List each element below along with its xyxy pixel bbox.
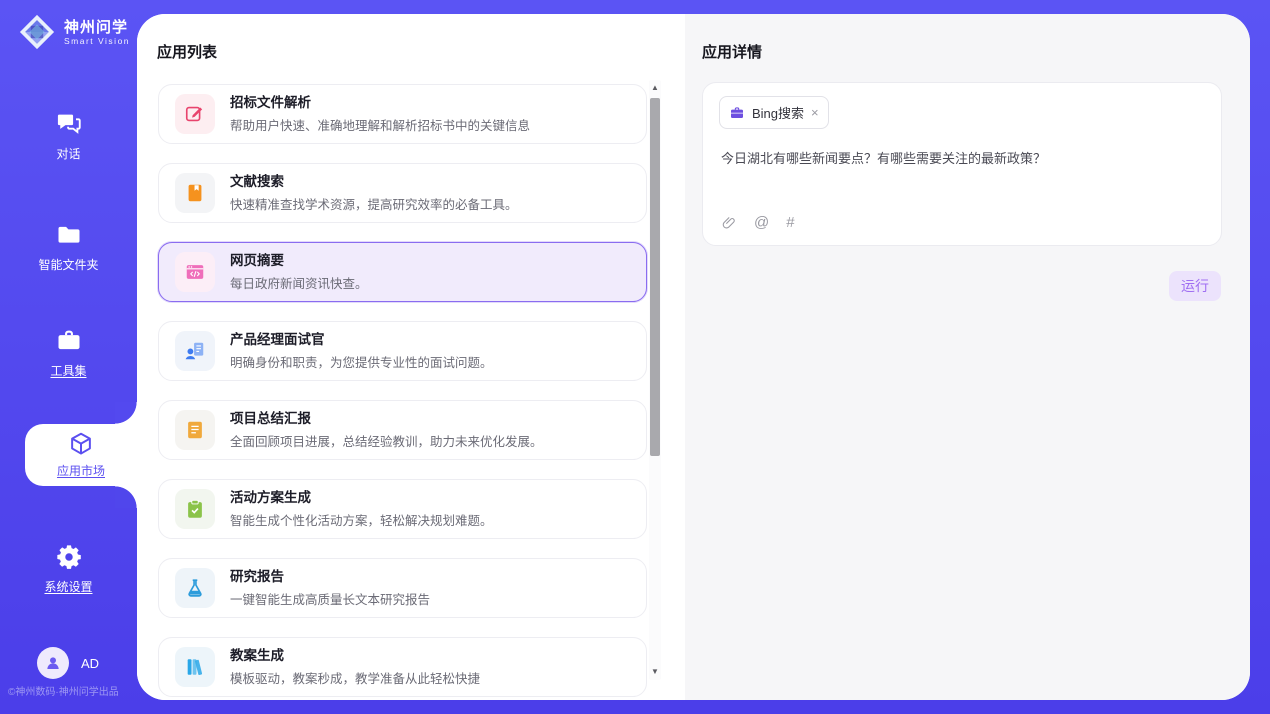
report-note-icon [175, 410, 215, 450]
user-name: AD [81, 656, 99, 671]
chat-icon [55, 110, 83, 138]
sidebar-item-settings[interactable]: 系统设置 [0, 543, 137, 596]
user-account[interactable]: AD [37, 647, 99, 679]
gem-logo-icon [18, 13, 56, 51]
app-card-desc: 全面回顾项目进展，总结经验教训，助力未来优化发展。 [230, 431, 543, 450]
app-list-title: 应用列表 [157, 41, 217, 62]
clipboard-check-icon [175, 489, 215, 529]
edit-icon [175, 94, 215, 134]
app-card-name: 招标文件解析 [230, 94, 530, 111]
folder-icon [55, 221, 83, 249]
avatar [37, 647, 69, 679]
app-card-text: 网页摘要每日政府新闻资讯快查。 [230, 252, 368, 292]
app-card-text: 产品经理面试官明确身份和职责，为您提供专业性的面试问题。 [230, 331, 493, 371]
brand: 神州问学 Smart Vision [18, 13, 130, 51]
app-card-lesson-plan[interactable]: 教案生成模板驱动，教案秒成，教学准备从此轻松快捷 [158, 637, 647, 697]
brand-name: 神州问学 [64, 19, 130, 36]
app-list-panel: 应用列表 招标文件解析帮助用户快速、准确地理解和解析招标书中的关键信息文献搜索快… [137, 14, 685, 700]
hash-icon[interactable]: # [786, 215, 794, 231]
scrollbar-down-arrow-icon[interactable]: ▼ [649, 666, 661, 678]
sidebar-item-label: 智能文件夹 [38, 256, 98, 273]
app-card-desc: 帮助用户快速、准确地理解和解析招标书中的关键信息 [230, 115, 530, 134]
app-card-pm-interviewer[interactable]: 产品经理面试官明确身份和职责，为您提供专业性的面试问题。 [158, 321, 647, 381]
sidebar-item-chat[interactable]: 对话 [0, 110, 137, 163]
app-detail-title: 应用详情 [702, 41, 762, 62]
app-card-desc: 一键智能生成高质量长文本研究报告 [230, 589, 430, 608]
app-card-name: 教案生成 [230, 647, 480, 664]
app-card-name: 文献搜索 [230, 173, 518, 190]
app-card-name: 研究报告 [230, 568, 430, 585]
app-card-text: 文献搜索快速精准查找学术资源，提高研究效率的必备工具。 [230, 173, 518, 213]
app-card-desc: 智能生成个性化活动方案，轻松解决规划难题。 [230, 510, 493, 529]
app-card-list: 招标文件解析帮助用户快速、准确地理解和解析招标书中的关键信息文献搜索快速精准查找… [158, 84, 647, 697]
brand-subtitle: Smart Vision [64, 36, 130, 46]
app-card-literature-search[interactable]: 文献搜索快速精准查找学术资源，提高研究效率的必备工具。 [158, 163, 647, 223]
app-card-desc: 模板驱动，教案秒成，教学准备从此轻松快捷 [230, 668, 480, 687]
scrollbar[interactable]: ▲ ▼ [649, 80, 661, 680]
query-card: Bing搜索 × 今日湖北有哪些新闻要点？有哪些需要关注的最新政策？ @# [702, 82, 1222, 246]
interviewer-icon [175, 331, 215, 371]
cube-icon [67, 430, 95, 458]
at-icon[interactable]: @ [754, 215, 769, 231]
book-icon [175, 173, 215, 213]
copyright: ©神州数码·神州问学出品 [8, 683, 138, 698]
sidebar-item-toolset[interactable]: 工具集 [0, 327, 137, 380]
app-card-text: 活动方案生成智能生成个性化活动方案，轻松解决规划难题。 [230, 489, 493, 529]
browser-code-icon [175, 252, 215, 292]
app-card-desc: 快速精准查找学术资源，提高研究效率的必备工具。 [230, 194, 518, 213]
query-input[interactable]: 今日湖北有哪些新闻要点？有哪些需要关注的最新政策？ [721, 149, 1203, 168]
app-card-project-summary[interactable]: 项目总结汇报全面回顾项目进展，总结经验教训，助力未来优化发展。 [158, 400, 647, 460]
gear-icon [55, 543, 83, 571]
app-card-web-summary[interactable]: 网页摘要每日政府新闻资讯快查。 [158, 242, 647, 302]
app-card-name: 产品经理面试官 [230, 331, 493, 348]
app-card-text: 教案生成模板驱动，教案秒成，教学准备从此轻松快捷 [230, 647, 480, 687]
app-card-text: 研究报告一键智能生成高质量长文本研究报告 [230, 568, 430, 608]
research-icon [175, 568, 215, 608]
paperclip-icon[interactable] [721, 215, 737, 231]
app-card-bid-parse[interactable]: 招标文件解析帮助用户快速、准确地理解和解析招标书中的关键信息 [158, 84, 647, 144]
scrollbar-up-arrow-icon[interactable]: ▲ [649, 82, 661, 94]
briefcase-icon [729, 105, 745, 121]
tool-tag-bing-search[interactable]: Bing搜索 × [719, 96, 829, 129]
scrollbar-thumb[interactable] [650, 98, 660, 456]
sidebar-item-label: 对话 [56, 145, 80, 162]
app-card-desc: 明确身份和职责，为您提供专业性的面试问题。 [230, 352, 493, 371]
close-icon[interactable]: × [811, 106, 819, 119]
app-detail-panel: 应用详情 Bing搜索 × 今日湖北有哪些新闻要点？有哪些需要关注的最新政策？ … [685, 14, 1250, 700]
sidebar-item-app-market[interactable]: 应用市场 [25, 424, 137, 486]
app-card-research-report[interactable]: 研究报告一键智能生成高质量长文本研究报告 [158, 558, 647, 618]
tool-tag-label: Bing搜索 [752, 103, 804, 122]
run-button[interactable]: 运行 [1169, 271, 1221, 301]
content-area: 应用列表 招标文件解析帮助用户快速、准确地理解和解析招标书中的关键信息文献搜索快… [137, 14, 1250, 700]
sidebar-item-label: 应用市场 [57, 462, 105, 479]
app-card-text: 招标文件解析帮助用户快速、准确地理解和解析招标书中的关键信息 [230, 94, 530, 134]
app-card-event-plan[interactable]: 活动方案生成智能生成个性化活动方案，轻松解决规划难题。 [158, 479, 647, 539]
toolbox-icon [55, 327, 83, 355]
app-card-name: 活动方案生成 [230, 489, 493, 506]
app-card-text: 项目总结汇报全面回顾项目进展，总结经验教训，助力未来优化发展。 [230, 410, 543, 450]
sidebar-item-smart-folder[interactable]: 智能文件夹 [0, 221, 137, 274]
sidebar-item-label: 系统设置 [44, 578, 92, 595]
app-card-desc: 每日政府新闻资讯快查。 [230, 273, 368, 292]
sidebar-item-label: 工具集 [50, 362, 86, 379]
books-icon [175, 647, 215, 687]
app-card-name: 项目总结汇报 [230, 410, 543, 427]
input-toolbar: @# [721, 215, 795, 231]
sidebar: 神州问学 Smart Vision 对话智能文件夹工具集应用市场系统设置 AD … [0, 0, 137, 714]
app-card-name: 网页摘要 [230, 252, 368, 269]
